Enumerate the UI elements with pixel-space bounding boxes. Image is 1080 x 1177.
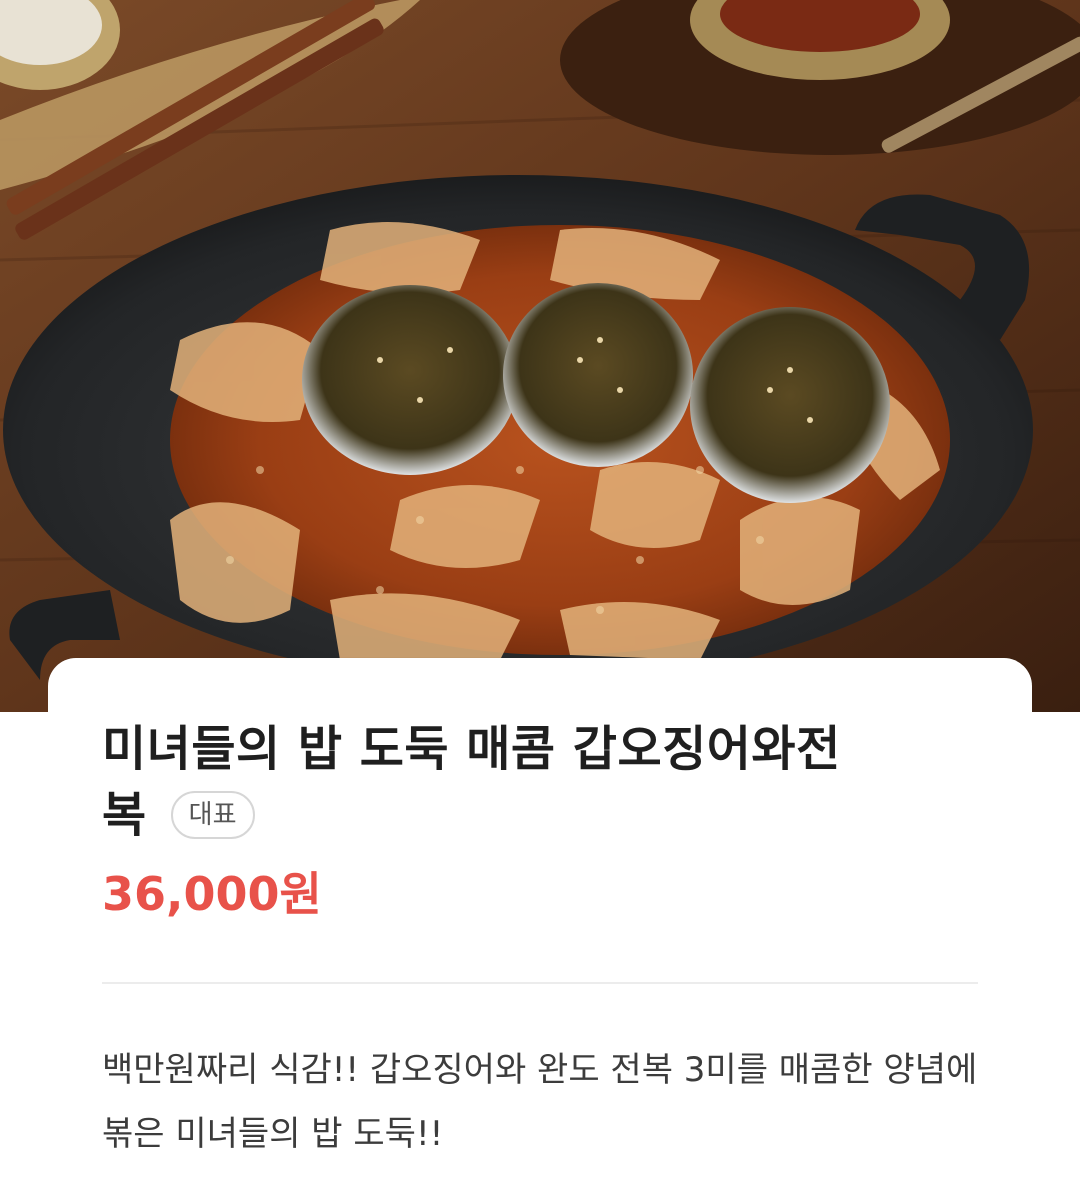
menu-price: 36,000원 <box>102 867 322 921</box>
menu-description: 백만원짜리 식감!! 갑오징어와 완도 전복 3미를 매콤한 양념에 볶은 미녀… <box>102 1050 978 1154</box>
menu-title-line2-row: 복 대표 <box>102 782 962 848</box>
food-photo-icon <box>0 0 1080 712</box>
representative-badge: 대표 <box>170 791 255 839</box>
menu-info-card: 미녀들의 밥 도둑 매콤 갑오징어와전 복 대표 36,000원 백만원짜리 식… <box>48 658 1032 1177</box>
menu-title-line1: 미녀들의 밥 도둑 매콤 갑오징어와전 <box>102 721 841 777</box>
menu-detail-screen: 미녀들의 밥 도둑 매콤 갑오징어와전 복 대표 36,000원 백만원짜리 식… <box>0 0 1080 1177</box>
menu-title: 미녀들의 밥 도둑 매콤 갑오징어와전 복 대표 <box>102 716 962 848</box>
menu-title-line2: 복 <box>102 787 147 843</box>
menu-photo <box>0 0 1080 712</box>
divider <box>102 982 978 984</box>
